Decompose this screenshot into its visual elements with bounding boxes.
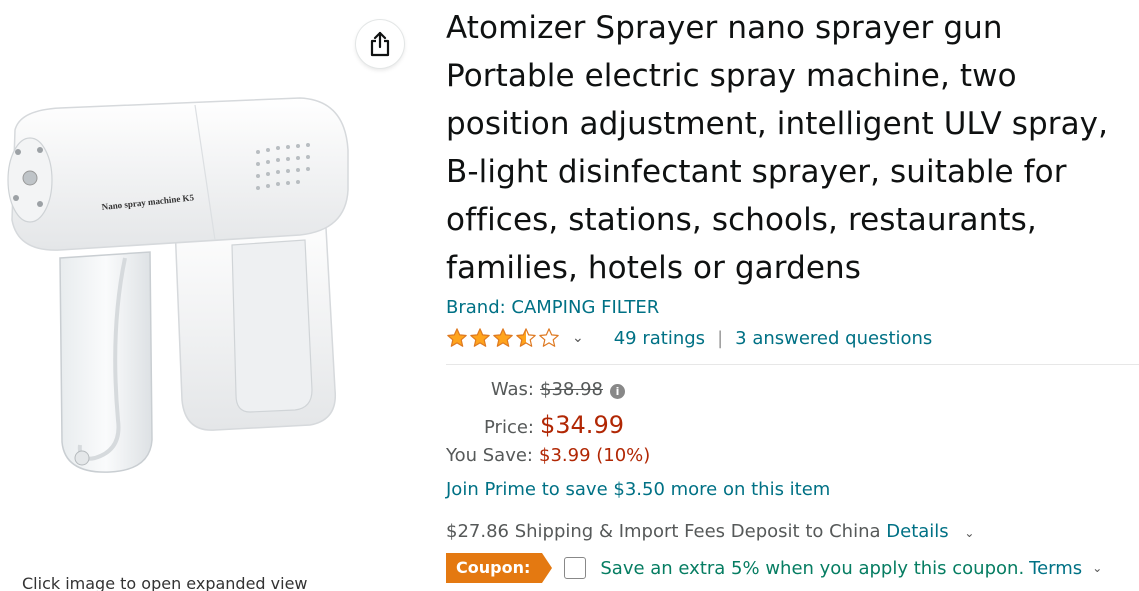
- ratings-count-link[interactable]: 49 ratings: [614, 328, 705, 349]
- price-table: Was: $38.98 i Price: $34.99 You Save: $3…: [446, 379, 1139, 505]
- chevron-down-icon[interactable]: ⌄: [1092, 561, 1102, 575]
- share-button[interactable]: [356, 20, 404, 68]
- product-image[interactable]: Nano spray machine K5: [0, 90, 360, 490]
- rating-row: ⌄ 49 ratings | 3 answered questions: [446, 326, 1139, 350]
- you-save-value: $3.99 (10%): [539, 445, 651, 466]
- shipping-text: $27.86 Shipping & Import Fees Deposit to…: [446, 521, 881, 542]
- price-label: Price:: [484, 417, 534, 438]
- divider: [446, 364, 1139, 365]
- star-icon: [493, 328, 513, 347]
- chevron-down-icon[interactable]: ⌄: [572, 330, 584, 346]
- star-icon: [539, 328, 559, 347]
- share-icon: [370, 31, 390, 57]
- was-price: $38.98: [540, 379, 603, 400]
- coupon-terms-link[interactable]: Terms: [1029, 558, 1082, 579]
- star-rating[interactable]: [446, 327, 560, 349]
- coupon-row: Coupon: Save an extra 5% when you apply …: [446, 553, 1139, 583]
- answered-questions-link[interactable]: 3 answered questions: [735, 328, 932, 349]
- image-caption: Click image to open expanded view: [22, 574, 308, 591]
- separator: |: [717, 327, 724, 349]
- current-price: $34.99: [540, 411, 624, 439]
- shipping-details-link[interactable]: Details: [886, 521, 948, 542]
- brand-link[interactable]: Brand: CAMPING FILTER: [446, 296, 1139, 320]
- you-save-row: You Save: $3.99 (10%): [446, 445, 1139, 475]
- shipping-row: $27.86 Shipping & Import Fees Deposit to…: [446, 517, 1139, 547]
- star-icon: [470, 328, 490, 347]
- price-row: Price: $34.99: [446, 411, 1139, 443]
- product-title: Atomizer Sprayer nano sprayer gun Portab…: [446, 10, 1109, 286]
- prime-link[interactable]: Join Prime to save $3.50 more on this it…: [446, 475, 1139, 505]
- info-icon[interactable]: i: [609, 384, 625, 399]
- coupon-badge: Coupon:: [446, 553, 553, 583]
- was-label: Was:: [490, 379, 534, 400]
- chevron-down-icon[interactable]: ⌄: [964, 526, 974, 540]
- image-panel: Nano spray machine K5 Click image to ope…: [0, 0, 410, 591]
- coupon-checkbox[interactable]: [564, 557, 587, 579]
- star-icon: [447, 328, 467, 347]
- was-row: Was: $38.98 i: [446, 379, 1139, 411]
- coupon-text[interactable]: Save an extra 5% when you apply this cou…: [600, 558, 1024, 579]
- star-icon: [516, 328, 536, 347]
- product-info: Atomizer Sprayer nano sprayer gun Portab…: [446, 0, 1139, 583]
- you-save-label: You Save:: [446, 445, 533, 466]
